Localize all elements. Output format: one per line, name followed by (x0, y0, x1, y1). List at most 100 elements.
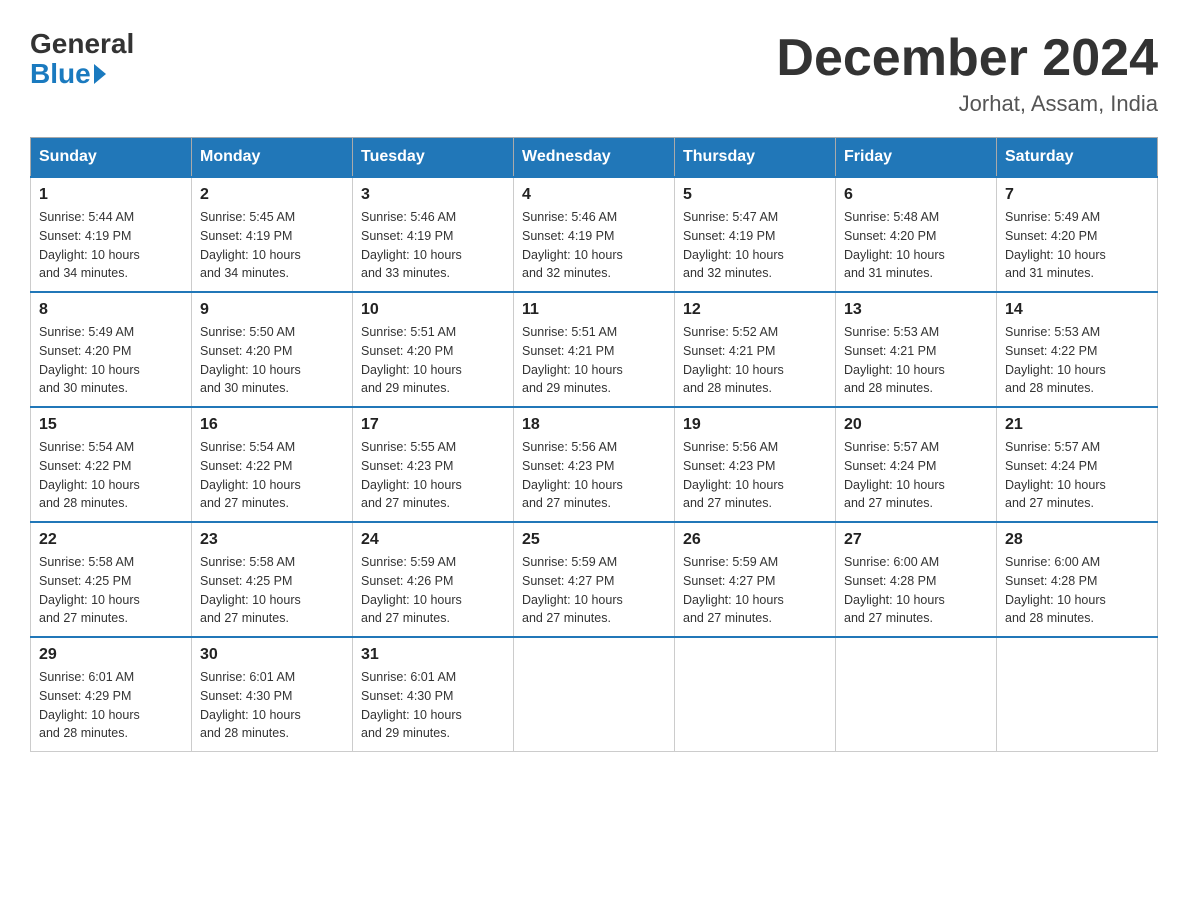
header-row: SundayMondayTuesdayWednesdayThursdayFrid… (31, 138, 1158, 178)
day-cell: 25 Sunrise: 5:59 AM Sunset: 4:27 PM Dayli… (514, 522, 675, 637)
day-cell: 26 Sunrise: 5:59 AM Sunset: 4:27 PM Dayli… (675, 522, 836, 637)
day-number: 28 (1005, 531, 1149, 549)
week-row-1: 1 Sunrise: 5:44 AM Sunset: 4:19 PM Daylig… (31, 177, 1158, 292)
day-number: 21 (1005, 416, 1149, 434)
day-cell: 21 Sunrise: 5:57 AM Sunset: 4:24 PM Dayli… (997, 407, 1158, 522)
day-number: 13 (844, 301, 988, 319)
day-info: Sunrise: 6:01 AM Sunset: 4:29 PM Dayligh… (39, 668, 183, 743)
day-number: 16 (200, 416, 344, 434)
day-cell (836, 637, 997, 752)
day-number: 1 (39, 186, 183, 204)
day-number: 6 (844, 186, 988, 204)
day-info: Sunrise: 5:45 AM Sunset: 4:19 PM Dayligh… (200, 208, 344, 283)
day-info: Sunrise: 5:54 AM Sunset: 4:22 PM Dayligh… (39, 438, 183, 513)
day-cell: 30 Sunrise: 6:01 AM Sunset: 4:30 PM Dayli… (192, 637, 353, 752)
day-cell: 16 Sunrise: 5:54 AM Sunset: 4:22 PM Dayli… (192, 407, 353, 522)
day-number: 27 (844, 531, 988, 549)
day-info: Sunrise: 5:54 AM Sunset: 4:22 PM Dayligh… (200, 438, 344, 513)
day-info: Sunrise: 6:01 AM Sunset: 4:30 PM Dayligh… (200, 668, 344, 743)
logo: General Blue (30, 30, 134, 90)
month-year-title: December 2024 (776, 30, 1158, 87)
day-cell: 15 Sunrise: 5:54 AM Sunset: 4:22 PM Dayli… (31, 407, 192, 522)
column-header-wednesday: Wednesday (514, 138, 675, 178)
day-number: 17 (361, 416, 505, 434)
location-subtitle: Jorhat, Assam, India (776, 91, 1158, 117)
day-info: Sunrise: 5:59 AM Sunset: 4:27 PM Dayligh… (522, 553, 666, 628)
week-row-2: 8Sunrise: 5:49 AM Sunset: 4:20 PM Daylig… (31, 292, 1158, 407)
day-cell: 9 Sunrise: 5:50 AM Sunset: 4:20 PM Daylig… (192, 292, 353, 407)
day-cell: 4Sunrise: 5:46 AM Sunset: 4:19 PM Daylig… (514, 177, 675, 292)
day-number: 19 (683, 416, 827, 434)
day-number: 30 (200, 646, 344, 664)
day-number: 26 (683, 531, 827, 549)
day-cell: 2 Sunrise: 5:45 AM Sunset: 4:19 PM Daylig… (192, 177, 353, 292)
day-info: Sunrise: 5:52 AM Sunset: 4:21 PM Dayligh… (683, 323, 827, 398)
week-row-3: 15 Sunrise: 5:54 AM Sunset: 4:22 PM Dayli… (31, 407, 1158, 522)
day-cell: 1 Sunrise: 5:44 AM Sunset: 4:19 PM Daylig… (31, 177, 192, 292)
day-cell: 19 Sunrise: 5:56 AM Sunset: 4:23 PM Dayli… (675, 407, 836, 522)
day-info: Sunrise: 5:47 AM Sunset: 4:19 PM Dayligh… (683, 208, 827, 283)
day-cell: 8Sunrise: 5:49 AM Sunset: 4:20 PM Daylig… (31, 292, 192, 407)
day-info: Sunrise: 5:57 AM Sunset: 4:24 PM Dayligh… (844, 438, 988, 513)
day-cell: 5 Sunrise: 5:47 AM Sunset: 4:19 PM Daylig… (675, 177, 836, 292)
week-row-4: 22 Sunrise: 5:58 AM Sunset: 4:25 PM Dayli… (31, 522, 1158, 637)
day-cell: 13 Sunrise: 5:53 AM Sunset: 4:21 PM Dayli… (836, 292, 997, 407)
page-header: General Blue December 2024 Jorhat, Assam… (30, 30, 1158, 117)
day-info: Sunrise: 5:46 AM Sunset: 4:19 PM Dayligh… (522, 208, 666, 283)
day-cell: 12Sunrise: 5:52 AM Sunset: 4:21 PM Dayli… (675, 292, 836, 407)
day-number: 23 (200, 531, 344, 549)
day-info: Sunrise: 5:55 AM Sunset: 4:23 PM Dayligh… (361, 438, 505, 513)
day-info: Sunrise: 5:51 AM Sunset: 4:21 PM Dayligh… (522, 323, 666, 398)
day-cell: 7 Sunrise: 5:49 AM Sunset: 4:20 PM Daylig… (997, 177, 1158, 292)
day-info: Sunrise: 5:59 AM Sunset: 4:26 PM Dayligh… (361, 553, 505, 628)
day-info: Sunrise: 6:01 AM Sunset: 4:30 PM Dayligh… (361, 668, 505, 743)
day-info: Sunrise: 5:53 AM Sunset: 4:21 PM Dayligh… (844, 323, 988, 398)
day-cell (514, 637, 675, 752)
calendar-table: SundayMondayTuesdayWednesdayThursdayFrid… (30, 137, 1158, 752)
day-number: 10 (361, 301, 505, 319)
logo-general-text: General (30, 30, 134, 58)
day-info: Sunrise: 5:49 AM Sunset: 4:20 PM Dayligh… (1005, 208, 1149, 283)
day-info: Sunrise: 5:56 AM Sunset: 4:23 PM Dayligh… (683, 438, 827, 513)
day-info: Sunrise: 5:56 AM Sunset: 4:23 PM Dayligh… (522, 438, 666, 513)
day-cell: 18Sunrise: 5:56 AM Sunset: 4:23 PM Dayli… (514, 407, 675, 522)
week-row-5: 29 Sunrise: 6:01 AM Sunset: 4:29 PM Dayli… (31, 637, 1158, 752)
day-cell: 11 Sunrise: 5:51 AM Sunset: 4:21 PM Dayli… (514, 292, 675, 407)
day-info: Sunrise: 5:50 AM Sunset: 4:20 PM Dayligh… (200, 323, 344, 398)
day-cell: 24 Sunrise: 5:59 AM Sunset: 4:26 PM Dayli… (353, 522, 514, 637)
day-number: 25 (522, 531, 666, 549)
day-number: 11 (522, 301, 666, 319)
day-number: 2 (200, 186, 344, 204)
day-info: Sunrise: 5:58 AM Sunset: 4:25 PM Dayligh… (39, 553, 183, 628)
day-info: Sunrise: 5:44 AM Sunset: 4:19 PM Dayligh… (39, 208, 183, 283)
day-info: Sunrise: 5:59 AM Sunset: 4:27 PM Dayligh… (683, 553, 827, 628)
day-number: 7 (1005, 186, 1149, 204)
day-cell: 29 Sunrise: 6:01 AM Sunset: 4:29 PM Dayli… (31, 637, 192, 752)
column-header-tuesday: Tuesday (353, 138, 514, 178)
day-number: 14 (1005, 301, 1149, 319)
day-number: 15 (39, 416, 183, 434)
day-number: 22 (39, 531, 183, 549)
day-cell (997, 637, 1158, 752)
day-cell (675, 637, 836, 752)
day-cell: 10 Sunrise: 5:51 AM Sunset: 4:20 PM Dayli… (353, 292, 514, 407)
day-number: 9 (200, 301, 344, 319)
column-header-saturday: Saturday (997, 138, 1158, 178)
day-number: 20 (844, 416, 988, 434)
day-cell: 14Sunrise: 5:53 AM Sunset: 4:22 PM Dayli… (997, 292, 1158, 407)
column-header-friday: Friday (836, 138, 997, 178)
title-block: December 2024 Jorhat, Assam, India (776, 30, 1158, 117)
day-cell: 6Sunrise: 5:48 AM Sunset: 4:20 PM Daylig… (836, 177, 997, 292)
logo-blue-text: Blue (30, 58, 106, 90)
day-number: 24 (361, 531, 505, 549)
day-cell: 17 Sunrise: 5:55 AM Sunset: 4:23 PM Dayli… (353, 407, 514, 522)
day-cell: 27Sunrise: 6:00 AM Sunset: 4:28 PM Dayli… (836, 522, 997, 637)
day-number: 29 (39, 646, 183, 664)
day-info: Sunrise: 5:51 AM Sunset: 4:20 PM Dayligh… (361, 323, 505, 398)
day-number: 31 (361, 646, 505, 664)
day-info: Sunrise: 5:57 AM Sunset: 4:24 PM Dayligh… (1005, 438, 1149, 513)
day-number: 5 (683, 186, 827, 204)
day-info: Sunrise: 6:00 AM Sunset: 4:28 PM Dayligh… (1005, 553, 1149, 628)
logo-arrow-icon (94, 64, 106, 84)
day-info: Sunrise: 5:58 AM Sunset: 4:25 PM Dayligh… (200, 553, 344, 628)
